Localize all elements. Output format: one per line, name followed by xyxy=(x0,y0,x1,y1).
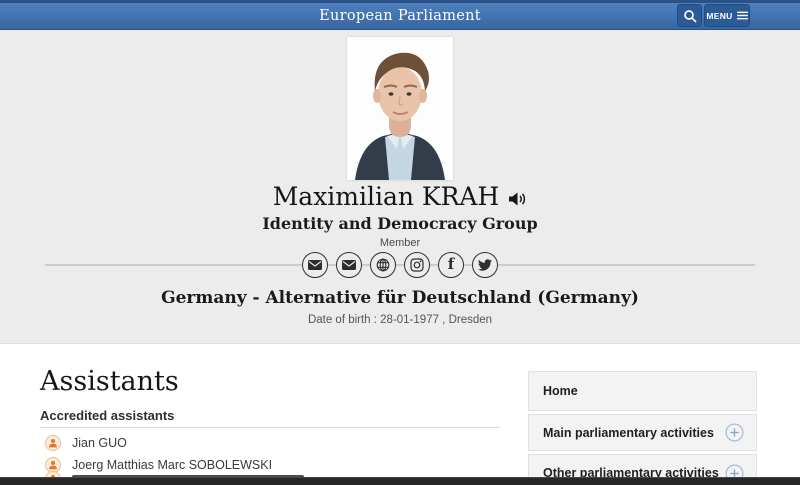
sidebar-item-home[interactable]: Home xyxy=(528,371,757,411)
sidebar-item-label: Main parliamentary activities xyxy=(543,426,714,440)
email-icon xyxy=(308,260,322,270)
facebook-icon: f xyxy=(448,257,454,272)
hamburger-icon xyxy=(737,11,748,20)
instagram-icon xyxy=(410,258,424,272)
email-icon xyxy=(342,260,356,270)
speaker-icon[interactable] xyxy=(509,192,527,206)
member-status: Member xyxy=(0,237,800,249)
assistants-section-title: Assistants xyxy=(40,366,179,397)
profile-hero: Maximilian KRAH Identity and Democracy G… xyxy=(0,30,800,344)
mep-name: Maximilian KRAH xyxy=(273,182,500,211)
social-links-row: f xyxy=(0,252,800,278)
menu-button[interactable]: MENU xyxy=(704,4,750,27)
website-globe-icon xyxy=(376,258,390,272)
instagram-link[interactable] xyxy=(404,252,430,278)
date-of-birth: Date of birth : 28-01-1977 , Dresden xyxy=(0,314,800,326)
person-icon xyxy=(45,435,61,451)
search-button[interactable] xyxy=(677,4,702,27)
assistants-divider-line xyxy=(40,427,500,428)
twitter-link[interactable] xyxy=(472,252,498,278)
bottom-dark-bar xyxy=(0,477,800,485)
email-link-2[interactable] xyxy=(336,252,362,278)
assistant-name: Jian GUO xyxy=(72,436,127,450)
political-group: Identity and Democracy Group xyxy=(0,214,800,233)
email-link[interactable] xyxy=(302,252,328,278)
assistant-list-item[interactable]: Jian GUO xyxy=(45,434,127,452)
twitter-icon xyxy=(478,259,492,271)
sidebar-item-label: Home xyxy=(543,384,578,398)
expand-plus-icon[interactable] xyxy=(725,423,744,442)
sidebar-item-main-parliamentary-activities[interactable]: Main parliamentary activities xyxy=(528,414,757,451)
website-link[interactable] xyxy=(370,252,396,278)
country-party: Germany - Alternative für Deutschland (G… xyxy=(0,288,800,308)
accredited-assistants-heading: Accredited assistants xyxy=(40,408,174,423)
mep-profile-page: European Parliament MENU xyxy=(0,0,800,485)
facebook-link[interactable]: f xyxy=(438,252,464,278)
menu-button-label: MENU xyxy=(706,11,732,21)
magnifier-icon xyxy=(683,9,697,23)
mep-portrait-photo xyxy=(347,37,453,180)
